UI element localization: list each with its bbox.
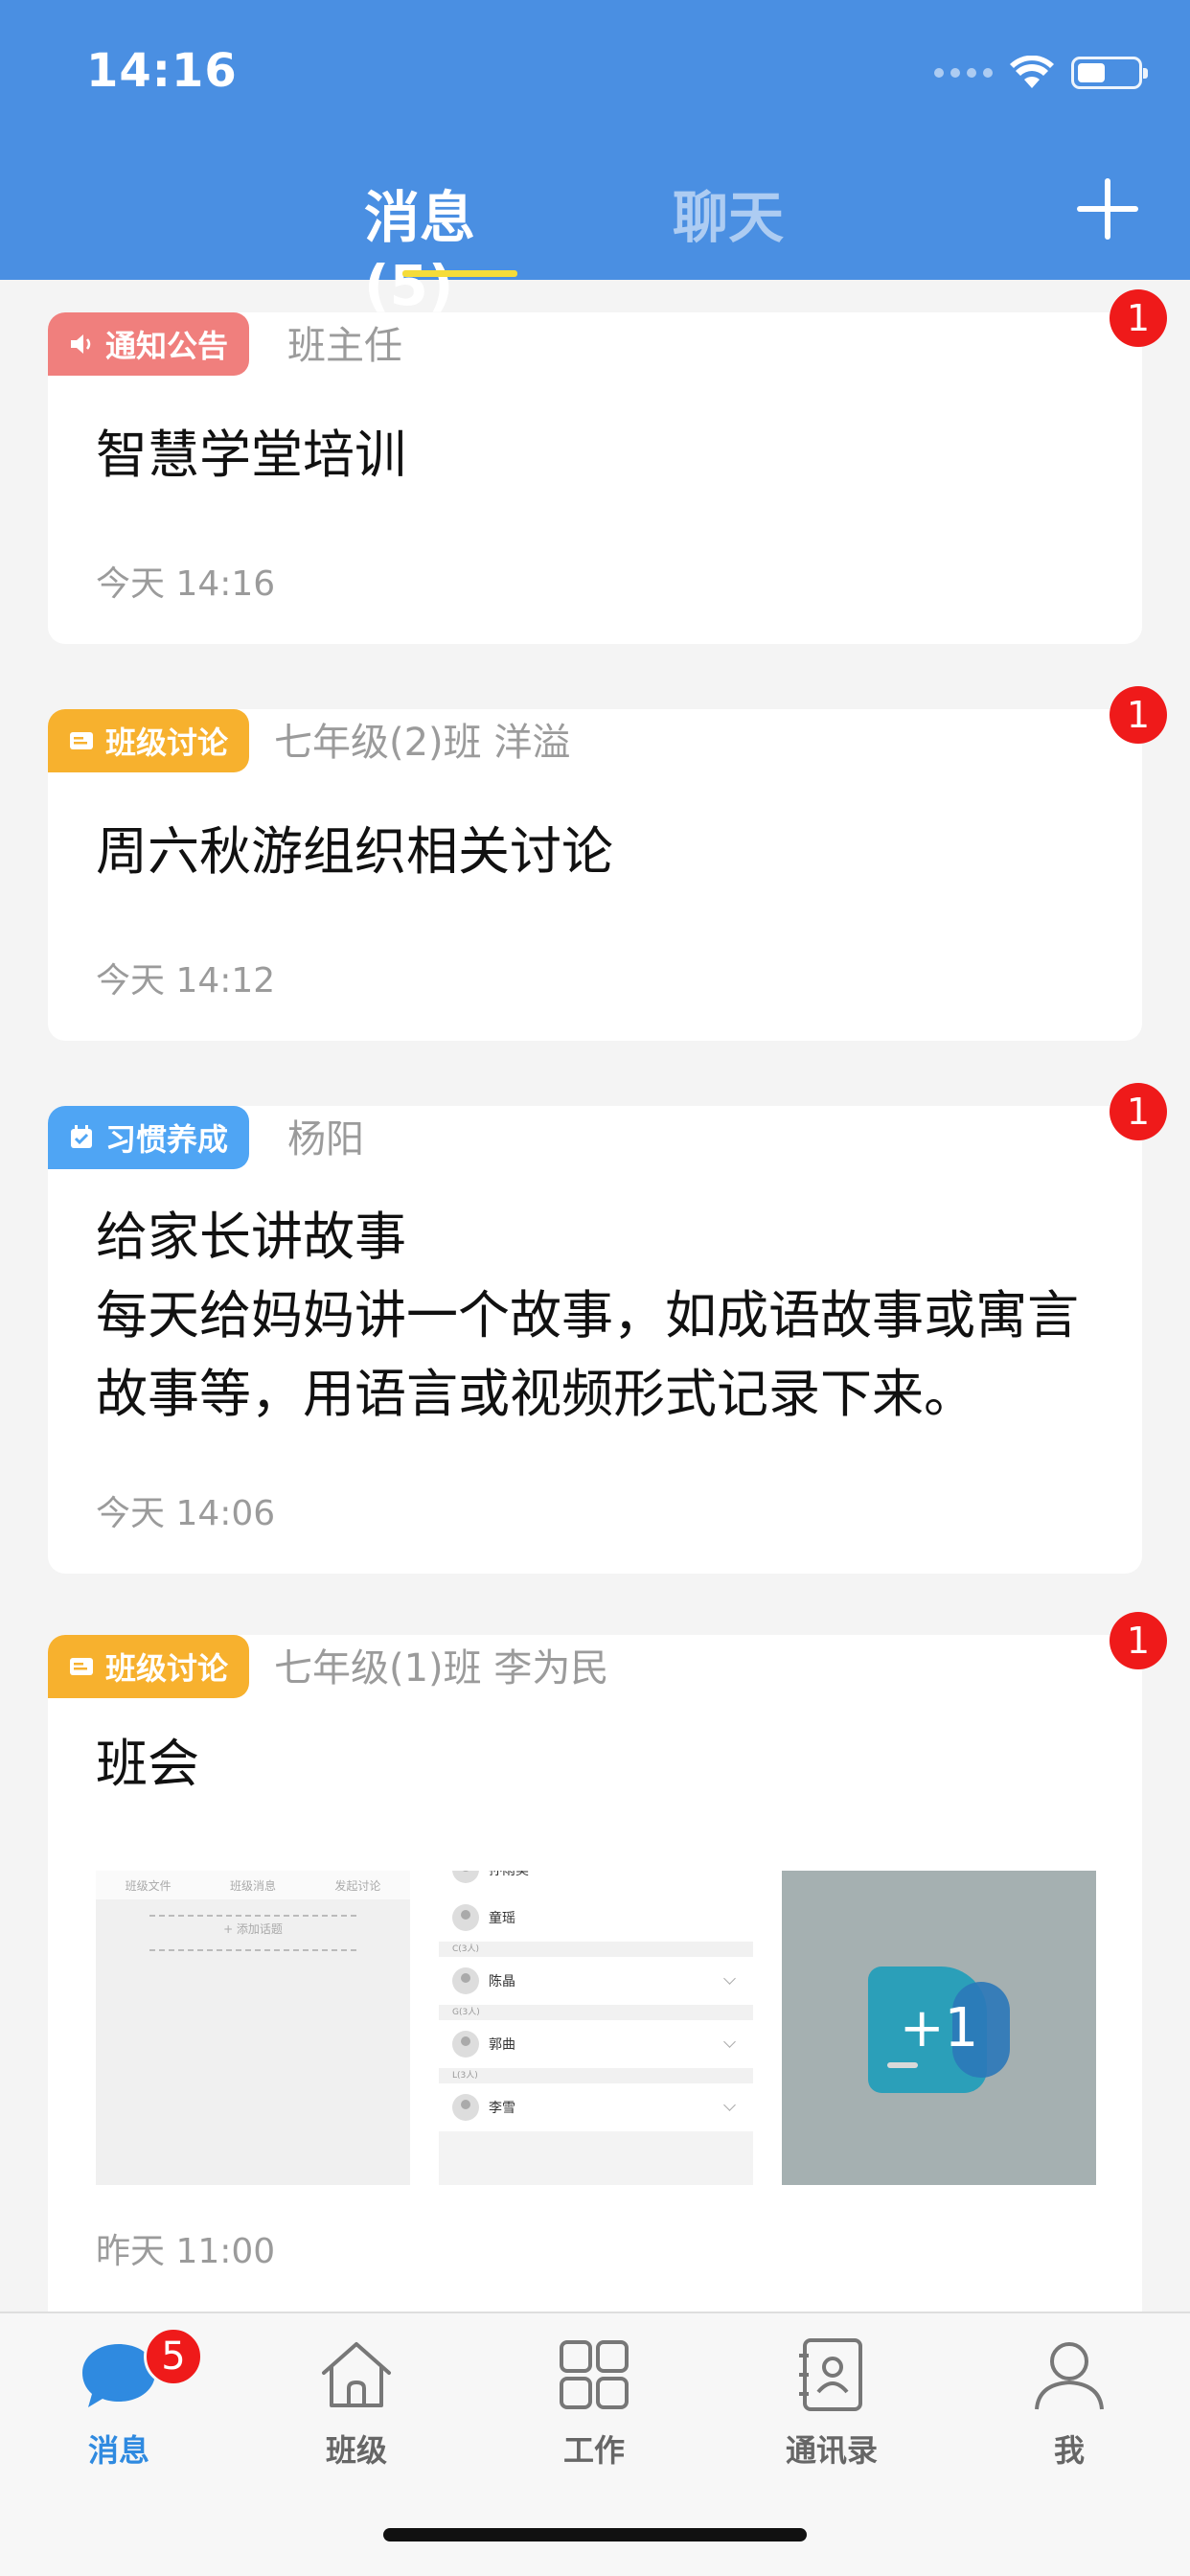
nav-label: 消息 [87,2432,149,2469]
more-images-thumbnail[interactable]: +1 [782,1871,1096,2185]
thumbnail-group-header: L(3人) [439,2068,753,2083]
nav-label: 通讯录 [785,2432,878,2469]
message-title: 智慧学堂培训 [96,425,406,485]
contacts-icon [799,2338,862,2411]
nav-messages[interactable]: 5 消息 [0,2313,238,2505]
discussion-icon [70,732,93,749]
tag-announcement: 通知公告 [48,312,250,376]
top-header: 14:16 消息(5) 聊天 [0,0,1190,318]
nav-label: 班级 [325,2432,387,2469]
tag-class-discussion: 班级讨论 [48,709,250,772]
unread-badge: 1 [1110,1083,1167,1140]
message-card[interactable]: 班级讨论 七年级(1)班 李为民 班会 班级文件 班级消息 发起讨论 + 添加话… [48,1612,1167,2312]
sender: 七年级(1)班 李为民 [274,1646,609,1690]
sender: 杨阳 [287,1117,364,1162]
person-icon [1035,2342,1104,2410]
nav-class[interactable]: 班级 [238,2313,475,2505]
message-body: 每天给妈妈讲一个故事，如成语故事或寓言故事等，用语言或视频形式记录下来。 [96,1285,1079,1424]
thumbnail-group-header: G(3人) [439,2005,753,2020]
grid-icon [560,2340,629,2409]
add-button[interactable] [1077,178,1138,240]
nav-contacts[interactable]: 通讯录 [713,2313,950,2505]
unread-badge: 1 [1110,686,1167,744]
message-title: 给家长讲故事 [96,1207,406,1267]
active-tab-indicator [402,270,517,277]
message-tabs: 消息(5) 聊天 [0,172,1190,318]
message-time: 昨天 11:00 [96,2232,276,2271]
unread-badge: 1 [1110,289,1167,347]
tag-label: 习惯养成 [105,1121,229,1158]
message-time: 今天 14:16 [96,564,276,604]
tag-label: 班级讨论 [105,1650,229,1687]
thumbnail-add-topic: + 添加话题 [223,1922,283,1936]
home-icon [322,2342,391,2407]
dashed-divider [149,1915,356,1917]
message-title: 周六秋游组织相关讨论 [96,821,613,882]
home-indicator[interactable] [383,2528,807,2542]
nav-label: 工作 [562,2432,625,2469]
battery-icon [1071,57,1148,89]
message-card[interactable]: 通知公告 班主任 智慧学堂培训 今天 14:16 1 [48,289,1167,644]
sender: 班主任 [287,324,402,368]
thumbnail-tab-bar: 班级文件 班级消息 发起讨论 [96,1871,410,1899]
image-thumbnail[interactable]: 班级文件 班级消息 发起讨论 + 添加话题 [96,1871,410,2185]
discussion-icon [70,1658,93,1675]
image-attachments: 班级文件 班级消息 发起讨论 + 添加话题 孙雨美 童瑶 C(3人) 陈晶 G(… [96,1871,1096,2185]
speaker-icon [71,334,91,354]
nav-badge: 5 [144,2327,203,2386]
message-feed[interactable]: 通知公告 班主任 智慧学堂培训 今天 14:16 1 班级讨论 七年级(2)班 … [0,280,1190,2312]
sender: 七年级(2)班 洋溢 [274,721,571,765]
signal-icon [934,68,993,78]
tab-messages[interactable]: 消息(5) [364,172,556,318]
message-time: 今天 14:12 [96,961,276,1000]
nav-work[interactable]: 工作 [475,2313,713,2505]
tag-habit: 习惯养成 [48,1106,250,1169]
message-title: 班会 [96,1734,199,1794]
nav-label: 我 [1053,2432,1085,2469]
dashed-divider [149,1949,356,1951]
message-card[interactable]: 习惯养成 杨阳 给家长讲故事 每天给妈妈讲一个故事，如成语故事或寓言故事等，用语… [48,1083,1167,1574]
tab-chat[interactable]: 聊天 [661,172,795,280]
more-images-count: +1 [899,1996,979,2059]
thumbnail-tab: 发起讨论 [334,1878,381,1893]
unread-badge: 1 [1110,1612,1167,1669]
image-thumbnail[interactable]: 孙雨美 童瑶 C(3人) 陈晶 G(3人) 郭曲 L(3人) 李雪 [439,1871,753,2185]
status-time: 14:16 [86,44,238,98]
thumbnail-contact-row: 李雪 [439,2083,753,2131]
thumbnail-group-header: C(3人) [439,1942,753,1957]
wifi-icon [1010,56,1054,88]
tag-label: 班级讨论 [105,724,229,761]
status-icons [934,54,1148,92]
tag-class-discussion: 班级讨论 [48,1635,250,1698]
thumbnail-contact-row: 孙雨美 [439,1871,753,1894]
thumbnail-tab: 班级文件 [125,1878,172,1893]
nav-me[interactable]: 我 [950,2313,1188,2505]
calendar-check-icon [71,1125,92,1148]
thumbnail-tab: 班级消息 [229,1878,276,1893]
message-card[interactable]: 班级讨论 七年级(2)班 洋溢 周六秋游组织相关讨论 今天 14:12 1 [48,686,1167,1041]
thumbnail-contact-row: 陈晶 [439,1957,753,2005]
thumbnail-contact-row: 童瑶 [439,1894,753,1942]
message-time: 今天 14:06 [96,1494,276,1533]
thumbnail-contact-row: 郭曲 [439,2020,753,2068]
tag-label: 通知公告 [105,328,229,364]
